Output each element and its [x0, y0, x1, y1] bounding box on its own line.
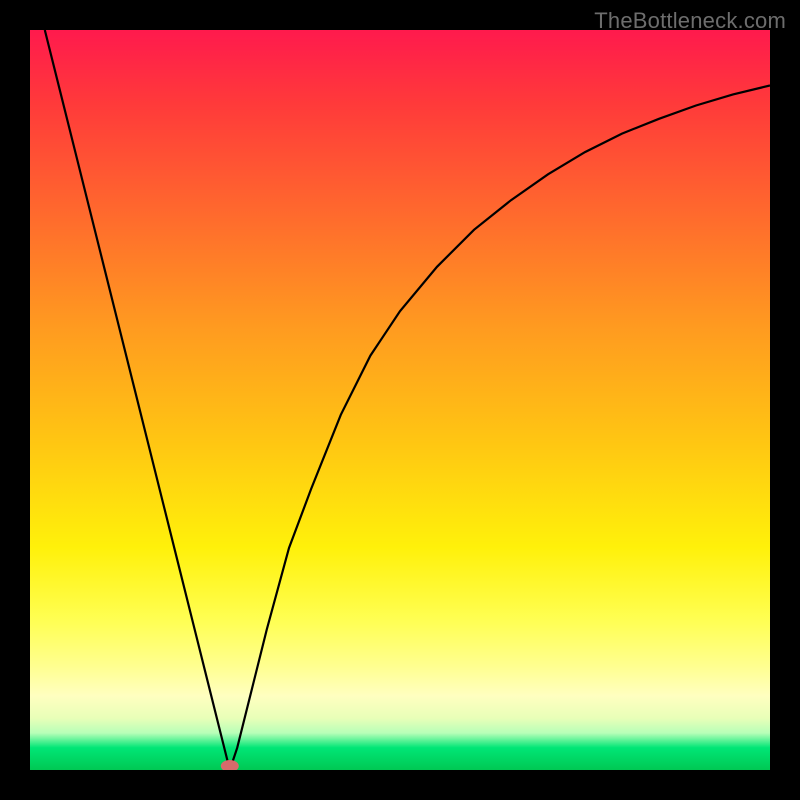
plot-area	[30, 30, 770, 770]
chart-frame: TheBottleneck.com	[0, 0, 800, 800]
curve-svg	[30, 30, 770, 770]
bottleneck-curve	[45, 30, 770, 770]
minimum-marker	[221, 760, 239, 770]
